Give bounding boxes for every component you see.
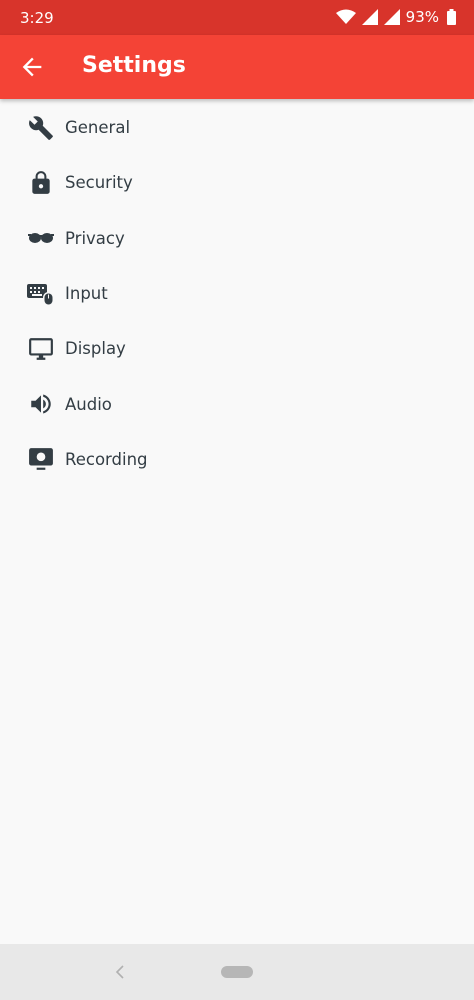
back-button[interactable] [18, 53, 46, 81]
page-title: Settings [82, 53, 186, 78]
battery-percent: 93% [405, 8, 439, 26]
status-bar: 3:29 93% [0, 0, 474, 35]
app-bar: Settings [0, 35, 474, 99]
settings-item-general[interactable]: General [0, 100, 474, 155]
wrench-icon [27, 114, 55, 142]
settings-item-input[interactable]: Input [0, 266, 474, 321]
settings-item-security[interactable]: Security [0, 155, 474, 210]
settings-item-label: General [65, 118, 131, 138]
settings-item-label: Recording [65, 449, 148, 469]
settings-item-privacy[interactable]: Privacy [0, 211, 474, 266]
speaker-icon [27, 390, 55, 418]
settings-item-label: Security [65, 173, 133, 193]
keyboard-mouse-icon [27, 280, 55, 308]
wifi-icon [335, 9, 356, 24]
recording-icon [27, 445, 55, 473]
battery-icon [447, 9, 456, 25]
settings-list: General Security Privacy Input Display A… [0, 100, 474, 487]
status-icons: 93% [335, 8, 462, 26]
arrow-back-icon [22, 57, 42, 77]
settings-item-label: Privacy [65, 228, 125, 248]
navigation-bar [0, 944, 474, 1000]
glasses-icon [27, 224, 55, 252]
home-pill[interactable] [221, 966, 253, 978]
monitor-icon [27, 335, 55, 363]
settings-item-audio[interactable]: Audio [0, 376, 474, 431]
signal-roaming-icon [383, 9, 400, 25]
settings-item-label: Display [65, 339, 126, 359]
lock-icon [27, 169, 55, 197]
nav-back-icon[interactable] [114, 964, 126, 980]
settings-item-label: Input [65, 284, 108, 304]
settings-item-recording[interactable]: Recording [0, 432, 474, 487]
settings-item-display[interactable]: Display [0, 321, 474, 376]
signal-icon [361, 9, 378, 25]
status-time: 3:29 [20, 9, 54, 27]
settings-item-label: Audio [65, 394, 112, 414]
